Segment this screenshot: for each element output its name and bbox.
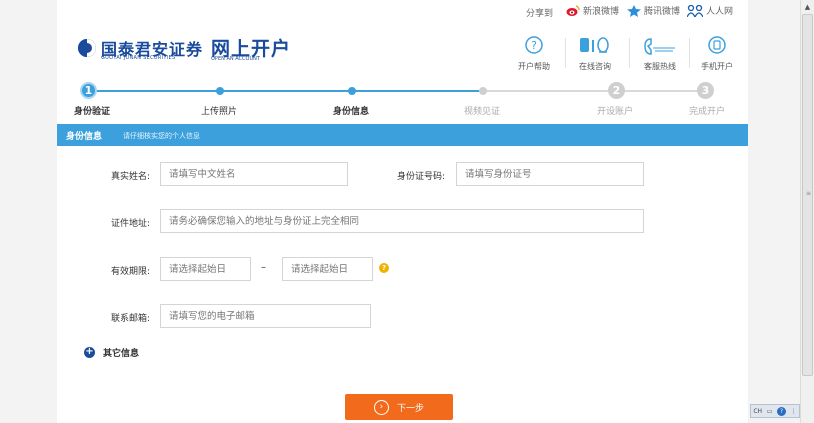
share-tencent-weibo[interactable]: 腾讯微博 (627, 4, 680, 17)
mobile-icon (693, 36, 741, 56)
id-address-input[interactable] (160, 209, 644, 233)
account-help-link[interactable]: ? 开户帮助 (510, 36, 558, 72)
plus-icon: + (84, 346, 95, 358)
ime-help-icon[interactable]: ? (777, 406, 787, 416)
next-step-label: 下一步 (396, 403, 424, 414)
brand-subtitle: OPEN AN ACCOUNT (211, 56, 260, 62)
header-divider (689, 38, 690, 68)
ime-toolbar[interactable]: CH ▭ ? ⋮ (750, 404, 800, 418)
step-label-identity-info: 身份信息 (333, 107, 370, 117)
vertical-scrollbar[interactable]: ▲ ≡ (800, 0, 814, 423)
header-divider (565, 38, 566, 68)
service-hotline-label: 客服热线 (644, 62, 676, 71)
arrow-right-icon: › (373, 399, 389, 415)
renren-icon (687, 4, 703, 17)
page-background-left (0, 0, 57, 423)
svg-text:?: ? (531, 39, 537, 52)
mobile-account-label: 手机开户 (701, 62, 733, 71)
step-video-marker (479, 87, 487, 95)
company-name-en: GUOTAI JUNAN SECURITIES (101, 55, 176, 61)
share-renren[interactable]: 人人网 (687, 4, 733, 17)
progress-line-completed (96, 90, 479, 92)
keyboard-icon[interactable]: ▭ (767, 408, 773, 415)
scroll-up-arrow-icon[interactable]: ▲ (801, 0, 814, 14)
step-identity-info-marker (348, 87, 356, 95)
email-label: 联系邮箱: (110, 314, 150, 324)
id-number-label: 身份证号码: (396, 172, 445, 182)
validity-start-date-input[interactable] (160, 257, 251, 281)
real-name-input[interactable] (160, 162, 348, 186)
service-hotline-link[interactable]: 客服热线 (636, 36, 684, 72)
date-range-dash: – (261, 262, 266, 273)
hotline-icon (636, 36, 684, 56)
address-label: 证件地址: (110, 219, 150, 229)
step-label-identity-verify: 身份验证 (74, 107, 111, 117)
step-upload-marker (216, 87, 224, 95)
ime-mode[interactable]: CH (753, 408, 762, 415)
share-tencent-weibo-label: 腾讯微博 (644, 7, 681, 17)
share-sina-weibo-label: 新浪微博 (583, 7, 620, 17)
help-icon: ? (510, 36, 558, 56)
section-header: 身份信息 请仔细核实您的个人信息 (57, 124, 748, 146)
online-consult-label: 在线咨询 (579, 62, 611, 71)
step-label-video-witness: 视频见证 (464, 107, 501, 117)
scrollbar-grip-icon: ≡ (806, 190, 812, 197)
online-chat-icon (571, 36, 619, 56)
section-title: 身份信息 (66, 132, 103, 142)
more-info-toggle[interactable]: + 其它信息 (84, 346, 139, 359)
account-help-label: 开户帮助 (518, 62, 550, 71)
mobile-account-link[interactable]: 手机开户 (693, 36, 741, 72)
validity-help-icon[interactable]: ? (379, 263, 389, 273)
sina-weibo-icon (566, 4, 580, 16)
validity-end-date-input[interactable] (282, 257, 373, 281)
share-sina-weibo[interactable]: 新浪微博 (566, 4, 619, 17)
section-hint: 请仔细核实您的个人信息 (123, 132, 200, 140)
step-1-marker: 1 (80, 82, 97, 99)
more-info-label: 其它信息 (103, 349, 140, 359)
ime-menu-icon[interactable]: ⋮ (791, 408, 797, 415)
step-3-marker: 3 (697, 82, 714, 99)
id-number-input[interactable] (456, 162, 644, 186)
online-consult-link[interactable]: 在线咨询 (571, 36, 619, 72)
header-divider (629, 38, 630, 68)
share-label: 分享到 (526, 9, 554, 19)
name-label: 真实姓名: (110, 172, 150, 182)
guotai-junan-logo-icon (78, 39, 96, 57)
step-label-upload-photo: 上传照片 (201, 107, 238, 117)
step-label-open-account: 开设账户 (597, 107, 634, 117)
tencent-weibo-icon (627, 4, 641, 17)
progress-line-pending (479, 90, 701, 92)
page-background-right (748, 0, 800, 423)
share-bar: 分享到 新浪微博 腾讯微博 人人网 (57, 0, 748, 24)
share-renren-label: 人人网 (706, 7, 734, 17)
email-input[interactable] (160, 304, 371, 328)
next-step-button[interactable]: › 下一步 (345, 394, 453, 420)
step-2-marker: 2 (608, 82, 625, 99)
validity-label: 有效期限: (110, 267, 150, 277)
scrollbar-thumb[interactable]: ≡ (802, 14, 813, 376)
step-label-complete: 完成开户 (689, 107, 726, 117)
